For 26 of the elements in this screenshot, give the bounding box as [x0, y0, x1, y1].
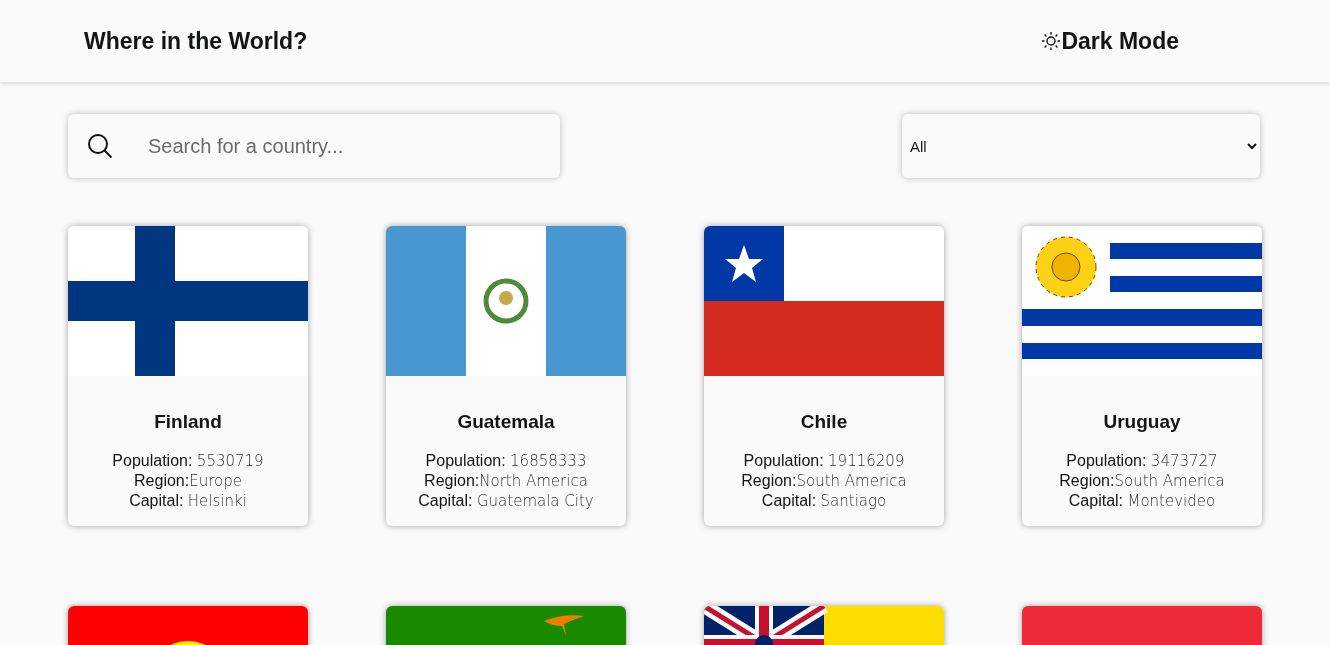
search-field[interactable]: Search for a country... [148, 131, 560, 161]
country-detail: Capital: Helsinki [129, 490, 247, 511]
country-card[interactable]: Chile Population: 19116209 Region:South America Capital: Santiago [704, 226, 944, 526]
sun-icon [1041, 31, 1062, 51]
country-name: Uruguay [1103, 410, 1181, 434]
country-card[interactable]: Uruguay Population: 3473727 Region:South America Capital: Montevideo [1022, 226, 1262, 526]
site-title: Where in the World? [84, 26, 308, 56]
country-detail: Population: 3473727 [1066, 450, 1218, 471]
country-detail: Region:Europe [134, 470, 242, 491]
country-detail: Region:North America [424, 470, 588, 491]
search-icon [86, 132, 114, 160]
country-detail: Population: 5530719 [112, 450, 264, 471]
country-name: Chile [800, 410, 848, 434]
country-name: Finland [154, 410, 222, 434]
dark-mode-button[interactable]: Dark Mode [1041, 23, 1179, 59]
country-name: Guatemala [457, 410, 555, 434]
country-detail: Population: 16858333 [425, 450, 587, 471]
country-detail: Capital: Santiago [761, 490, 887, 511]
country-detail: Capital: Montevideo [1068, 490, 1216, 511]
region-select[interactable]: All [902, 114, 1260, 178]
country-detail: Capital: Guatemala City [418, 490, 594, 511]
country-card[interactable]: Finland Population: 5530719 Region:Europe Capital: Helsinki [68, 226, 308, 526]
country-card[interactable]: Guatemala Population: 16858333 Region:North America Capital: Guatemala City [386, 226, 626, 526]
country-detail: Population: 19116209 [743, 450, 905, 471]
country-detail: Region:South America [741, 470, 907, 491]
country-detail: Region:South America [1059, 470, 1225, 491]
